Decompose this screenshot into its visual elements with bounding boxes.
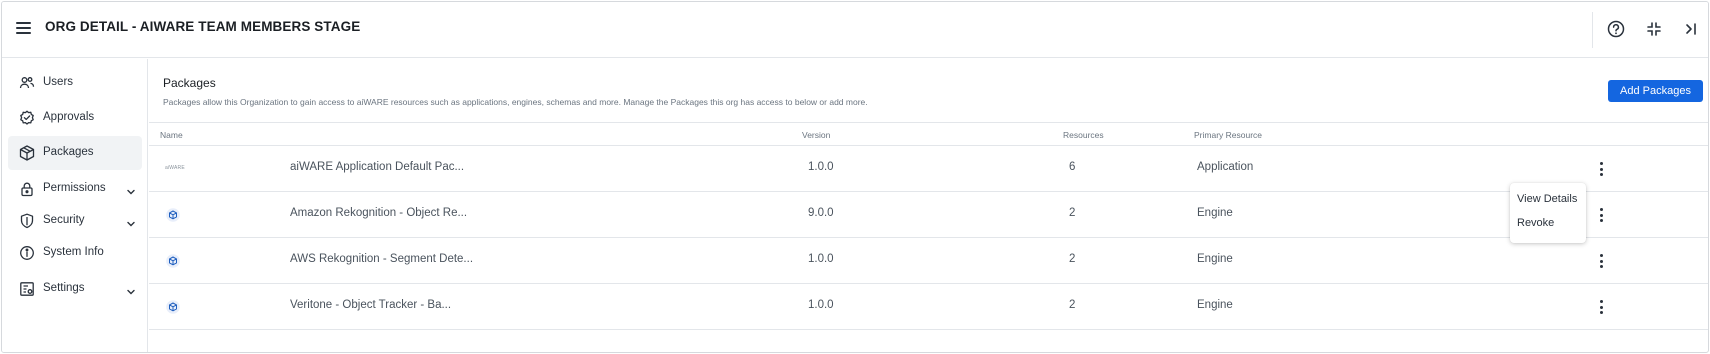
- chevron-down-icon[interactable]: [126, 184, 136, 195]
- package-primary-resource: Application: [1197, 161, 1254, 173]
- table-header: Name Version Resources Primary Resource: [149, 122, 1708, 146]
- menu-item-view-details[interactable]: View Details: [1517, 193, 1577, 205]
- help-icon[interactable]: [1605, 18, 1627, 40]
- more-vertical-icon[interactable]: [1592, 298, 1610, 316]
- package-icon: [19, 145, 35, 161]
- package-resources: 2: [1069, 299, 1076, 311]
- chevron-down-icon[interactable]: [126, 216, 136, 227]
- column-header-name[interactable]: Name: [160, 130, 183, 140]
- sidebar-item-label: Users: [43, 76, 74, 88]
- users-icon: [19, 75, 35, 91]
- table-row[interactable]: Veritone - Object Tracker - Ba... 1.0.0 …: [149, 284, 1708, 330]
- aiware-logo: aiWARE: [165, 165, 185, 171]
- package-name[interactable]: Amazon Rekognition - Object Re...: [290, 207, 467, 219]
- package-primary-resource: Engine: [1197, 207, 1233, 219]
- sidebar-item-label: Security: [43, 214, 85, 226]
- section-title: Packages: [163, 76, 216, 90]
- panel-close-icon[interactable]: [1680, 18, 1702, 40]
- section-description: Packages allow this Organization to gain…: [163, 97, 868, 107]
- more-vertical-icon[interactable]: [1592, 252, 1610, 270]
- menu-item-revoke[interactable]: Revoke: [1517, 217, 1554, 229]
- sidebar-item-system-info[interactable]: System Info: [8, 236, 142, 270]
- sidebar-item-security[interactable]: Security: [8, 204, 142, 238]
- sidebar-item-settings[interactable]: Settings: [8, 272, 142, 306]
- package-name[interactable]: Veritone - Object Tracker - Ba...: [290, 299, 451, 311]
- package-icon: [166, 208, 180, 222]
- package-version: 9.0.0: [808, 207, 834, 219]
- more-vertical-icon[interactable]: [1592, 160, 1610, 178]
- sidebar-item-label: Packages: [43, 146, 94, 158]
- menu-icon[interactable]: [14, 18, 34, 38]
- package-name[interactable]: aiWARE Application Default Pac...: [290, 161, 464, 173]
- sidebar-item-label: Permissions: [43, 182, 106, 194]
- collapse-icon[interactable]: [1643, 18, 1665, 40]
- package-resources: 2: [1069, 207, 1076, 219]
- row-context-menu: View Details Revoke: [1510, 183, 1586, 243]
- sidebar-item-label: Settings: [43, 282, 85, 294]
- add-packages-button[interactable]: Add Packages: [1608, 80, 1703, 102]
- shield-icon: [19, 213, 35, 229]
- column-header-primary-resource[interactable]: Primary Resource: [1194, 130, 1262, 140]
- app-header: ORG DETAIL - AIWARE TEAM MEMBERS STAGE: [2, 2, 1708, 58]
- sidebar-item-approvals[interactable]: Approvals: [8, 101, 142, 135]
- package-icon: [166, 300, 180, 314]
- more-vertical-icon[interactable]: [1592, 206, 1610, 224]
- column-header-version[interactable]: Version: [802, 130, 830, 140]
- package-primary-resource: Engine: [1197, 299, 1233, 311]
- page-title: ORG DETAIL - AIWARE TEAM MEMBERS STAGE: [45, 19, 361, 34]
- table-row[interactable]: AWS Rekognition - Segment Dete... 1.0.0 …: [149, 238, 1708, 284]
- app-window: ORG DETAIL - AIWARE TEAM MEMBERS STAGE U…: [1, 1, 1709, 353]
- sidebar-item-permissions[interactable]: Permissions: [8, 172, 142, 206]
- chevron-down-icon[interactable]: [126, 284, 136, 295]
- info-icon: [19, 245, 35, 261]
- package-primary-resource: Engine: [1197, 253, 1233, 265]
- package-version: 1.0.0: [808, 253, 834, 265]
- lock-icon: [19, 181, 35, 197]
- package-name[interactable]: AWS Rekognition - Segment Dete...: [290, 253, 473, 265]
- approvals-icon: [19, 110, 35, 126]
- table-row[interactable]: aiWARE aiWARE Application Default Pac...…: [149, 146, 1708, 192]
- column-header-resources[interactable]: Resources: [1063, 130, 1104, 140]
- main-content: Packages Packages allow this Organizatio…: [149, 59, 1708, 352]
- sidebar-item-label: Approvals: [43, 111, 95, 123]
- sidebar: Users Approvals Packages Permissions Sec…: [2, 59, 148, 352]
- package-resources: 6: [1069, 161, 1076, 173]
- package-version: 1.0.0: [808, 161, 834, 173]
- sidebar-item-users[interactable]: Users: [8, 66, 142, 100]
- sidebar-item-packages[interactable]: Packages: [8, 136, 142, 170]
- sidebar-item-label: System Info: [43, 246, 104, 258]
- package-version: 1.0.0: [808, 299, 834, 311]
- settings-icon: [19, 281, 35, 297]
- package-icon: [166, 254, 180, 268]
- header-divider: [1592, 12, 1593, 48]
- package-resources: 2: [1069, 253, 1076, 265]
- table-row[interactable]: Amazon Rekognition - Object Re... 9.0.0 …: [149, 192, 1708, 238]
